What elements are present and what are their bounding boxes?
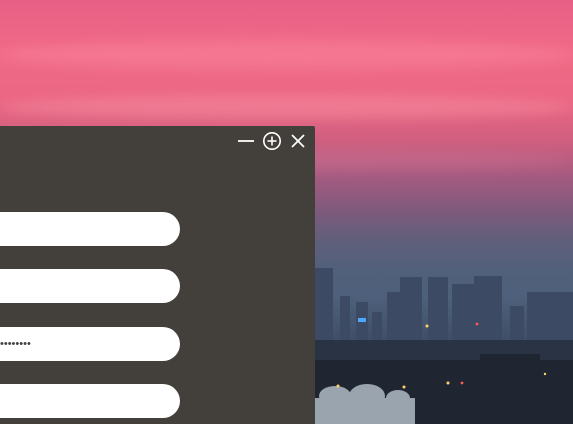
password-field-value: •••••••• bbox=[0, 338, 31, 350]
window-controls bbox=[235, 130, 309, 152]
minimize-button[interactable] bbox=[235, 130, 257, 152]
maximize-icon bbox=[263, 132, 281, 150]
close-icon bbox=[291, 134, 305, 148]
password-field[interactable]: •••••••• bbox=[0, 327, 180, 361]
input-field-4[interactable] bbox=[0, 384, 180, 418]
input-field-1[interactable] bbox=[0, 212, 180, 246]
app-window: •••••••• bbox=[0, 126, 315, 424]
desktop-background: •••••••• bbox=[0, 0, 573, 424]
close-button[interactable] bbox=[287, 130, 309, 152]
input-field-2[interactable] bbox=[0, 269, 180, 303]
minimize-icon bbox=[238, 140, 254, 142]
maximize-button[interactable] bbox=[261, 130, 283, 152]
